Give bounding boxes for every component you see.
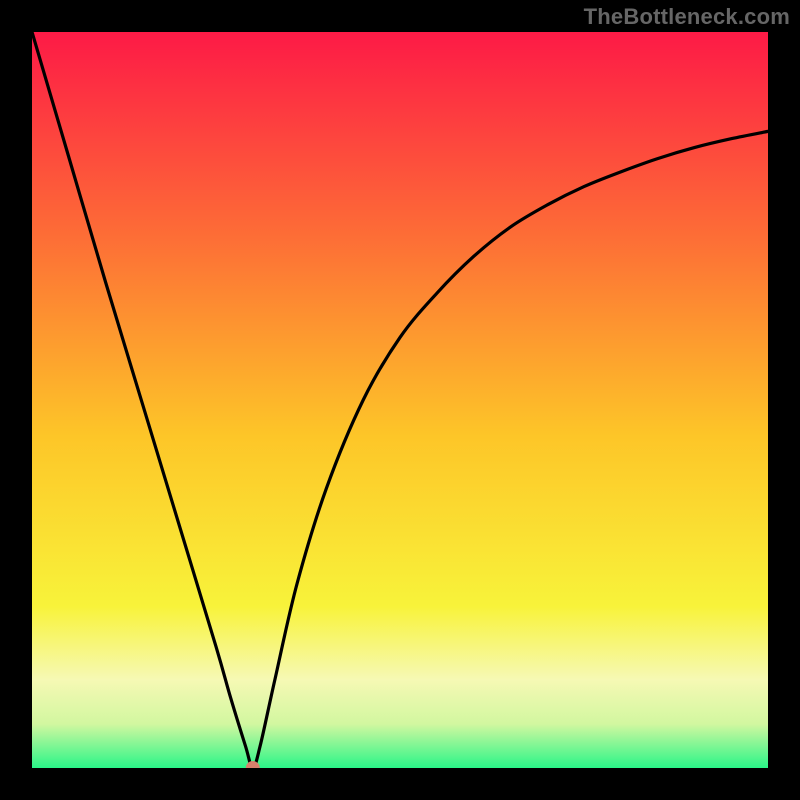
bottleneck-curve-plot [32, 32, 768, 768]
chart-frame: TheBottleneck.com [0, 0, 800, 800]
plot-border [32, 32, 768, 768]
watermark-text: TheBottleneck.com [584, 4, 790, 30]
